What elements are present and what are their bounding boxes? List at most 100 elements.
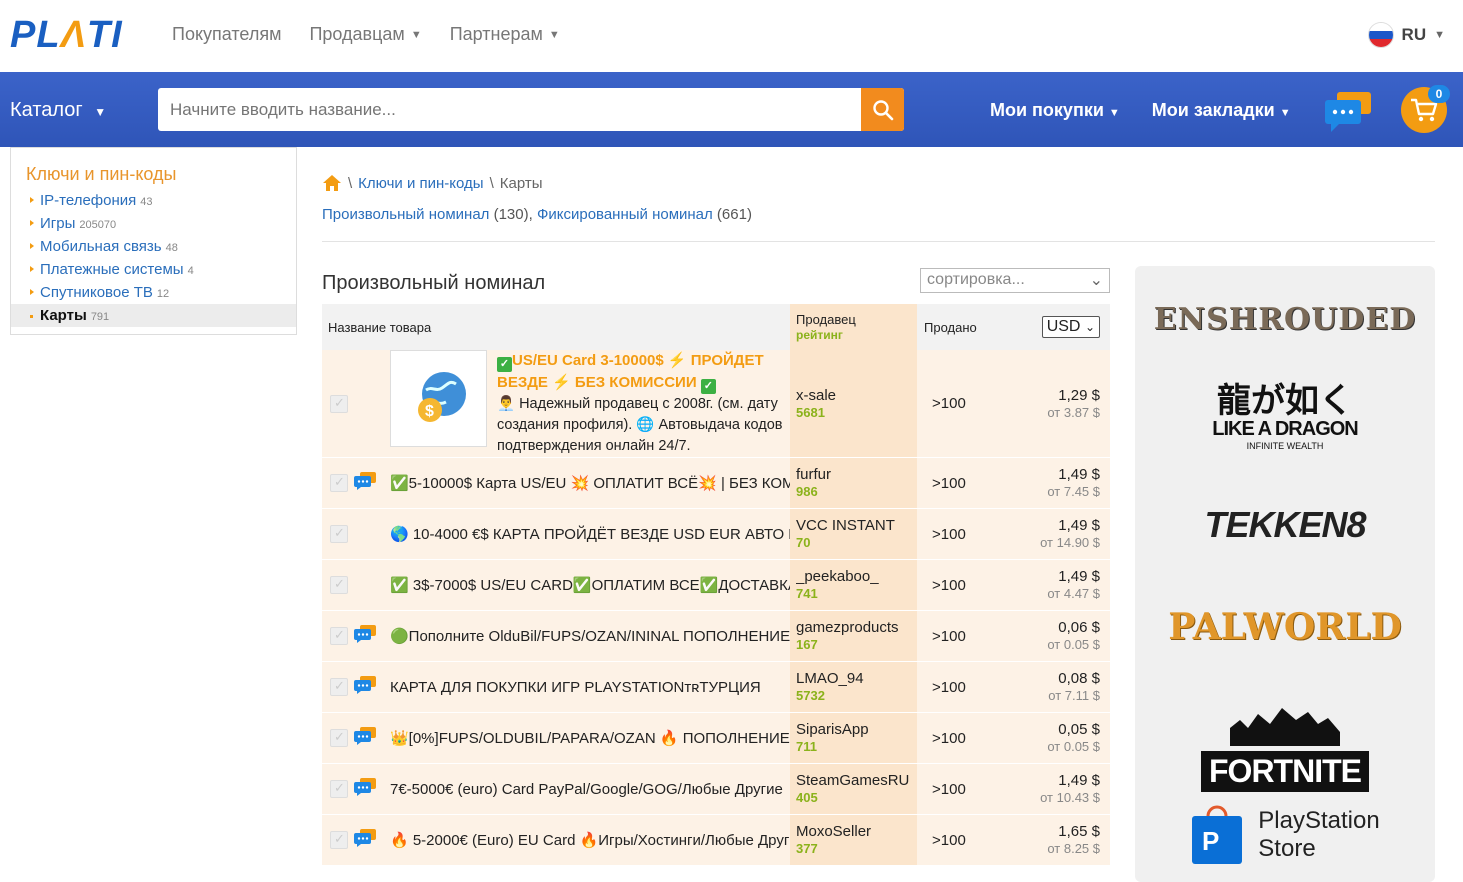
- table-row[interactable]: 👑[0%]FUPS/OLDUBIL/PAPARA/OZAN 🔥 ПОПОЛНЕН…: [322, 712, 1110, 764]
- catalog-button[interactable]: Каталог ▼: [10, 99, 106, 122]
- seller-cell[interactable]: SteamGamesRU 405: [790, 763, 917, 815]
- product-title[interactable]: ✅5-10000$ Карта US/EU 💥 ОПЛАТИТ ВСЁ💥 | Б…: [390, 474, 790, 492]
- compare-checkbox[interactable]: [330, 729, 348, 747]
- top-nav: Покупателям Продавцам ▼ Партнерам ▼: [172, 24, 560, 45]
- name-cell: ✅ 3$-7000$ US/EU CARD✅ОПЛАТИМ ВСЕ✅ДОСТАВ…: [322, 559, 790, 611]
- section-title: Произвольный номинал: [322, 272, 546, 294]
- nav-buyers[interactable]: Покупателям: [172, 24, 281, 45]
- sidebar-item-games[interactable]: Игры 205070: [11, 212, 296, 235]
- sidebar-item-mobile[interactable]: Мобильная связь 48: [11, 235, 296, 258]
- subcategory-links: Произвольный номинал (130), Фиксированны…: [322, 206, 752, 223]
- sold-cell: >100: [917, 661, 997, 713]
- search-input[interactable]: [158, 88, 861, 131]
- search-button[interactable]: [861, 88, 904, 131]
- table-row[interactable]: ✅ 3$-7000$ US/EU CARD✅ОПЛАТИМ ВСЕ✅ДОСТАВ…: [322, 559, 1110, 611]
- compare-checkbox[interactable]: [330, 474, 348, 492]
- seller-cell[interactable]: furfur 986: [790, 457, 917, 509]
- product-thumbnail[interactable]: $: [390, 350, 487, 447]
- product-table: Название товара Продавец рейтинг Продано …: [322, 304, 1110, 866]
- compare-checkbox[interactable]: [330, 576, 348, 594]
- ad-fortnite[interactable]: FORTNITE: [1135, 706, 1435, 792]
- sidebar-item-cards[interactable]: Карты 791: [11, 304, 296, 327]
- table-row[interactable]: 7€-5000€ (euro) Card PayPal/Google/GOG/Л…: [322, 763, 1110, 815]
- message-seller-icon[interactable]: [354, 676, 376, 698]
- seller-cell[interactable]: LMAO_94 5732: [790, 661, 917, 713]
- chevron-down-icon: ⌄: [1084, 320, 1095, 334]
- compare-checkbox[interactable]: [330, 831, 348, 849]
- product-title[interactable]: 7€-5000€ (euro) Card PayPal/Google/GOG/Л…: [390, 781, 783, 798]
- chevron-down-icon: ▼: [1434, 29, 1445, 41]
- ad-tekken8[interactable]: TEKKEN8: [1135, 504, 1435, 546]
- subcat-arbitrary[interactable]: Произвольный номинал: [322, 206, 489, 223]
- sort-select[interactable]: сортировка... ⌄: [920, 268, 1110, 293]
- seller-cell[interactable]: SiparisApp 711: [790, 712, 917, 764]
- compare-checkbox[interactable]: [330, 394, 348, 413]
- col-name-header[interactable]: Название товара: [322, 304, 790, 350]
- name-cell: КАРТА ДЛЯ ПОКУПКИ ИГР PLAYSTATIONᴛʀТУРЦИ…: [322, 661, 790, 713]
- ad-like-a-dragon[interactable]: 龍が如く LIKE A DRAGON INFINITE WEALTH: [1135, 384, 1435, 451]
- message-seller-icon[interactable]: [354, 625, 376, 647]
- message-seller-icon[interactable]: [354, 472, 376, 494]
- name-cell: 🌎 10-4000 €$ КАРТА ПРОЙДЁТ ВЕЗДЕ USD EUR…: [322, 508, 790, 560]
- price-cell: 1,49 $ от 7.45 $: [997, 457, 1110, 509]
- breadcrumb-keys[interactable]: Ключи и пин-коды: [358, 175, 483, 192]
- language-selector[interactable]: RU ▼: [1367, 22, 1445, 48]
- compare-checkbox[interactable]: [330, 678, 348, 696]
- product-title[interactable]: ✓ US/EU Card 3-10000$ ⚡ ПРОЙДЕТ ВЕЗДЕ ⚡ БЕ…: [497, 350, 787, 394]
- my-bookmarks-menu[interactable]: Мои закладки ▼: [1152, 100, 1291, 121]
- ad-enshrouded[interactable]: ENSHROUDED: [1135, 302, 1435, 337]
- sidebar-item-ip-telephony[interactable]: IP-телефония 43: [11, 189, 296, 212]
- message-seller-icon[interactable]: [354, 829, 376, 851]
- ad-palworld[interactable]: PALWORLD: [1135, 606, 1435, 648]
- svg-text:P: P: [1202, 826, 1219, 856]
- currency-select[interactable]: USD ⌄: [1041, 316, 1100, 338]
- col-sold-header[interactable]: Продано: [917, 304, 997, 350]
- message-seller-icon[interactable]: [354, 727, 376, 749]
- sold-cell: >100: [917, 610, 997, 662]
- sidebar-title[interactable]: Ключи и пин-коды: [11, 148, 296, 189]
- seller-cell[interactable]: x-sale 5681: [790, 350, 917, 458]
- playstation-bag-icon: P: [1192, 805, 1243, 864]
- table-row-featured[interactable]: $ ✓US/EU Card 3-10000$ ⚡ ПРОЙДЕТВЕЗДЕ ⚡ …: [322, 350, 1110, 458]
- sold-cell: >100: [917, 559, 997, 611]
- seller-cell[interactable]: _peekaboo_ 741: [790, 559, 917, 611]
- product-title[interactable]: 👑[0%]FUPS/OLDUBIL/PAPARA/OZAN 🔥 ПОПОЛНЕН…: [390, 729, 790, 747]
- chevron-down-icon: ▼: [1279, 107, 1291, 119]
- compare-checkbox[interactable]: [330, 780, 348, 798]
- games-ad-banner[interactable]: ENSHROUDED 龍が如く LIKE A DRAGON INFINITE W…: [1135, 266, 1435, 882]
- my-purchases-menu[interactable]: Мои покупки ▼: [990, 100, 1120, 121]
- home-icon[interactable]: [322, 174, 342, 192]
- nav-partners[interactable]: Партнерам ▼: [450, 24, 560, 45]
- search-box: [158, 88, 904, 131]
- table-row[interactable]: 🟢Пополните OlduBil/FUPS/OZAN/ININAL ПОПО…: [322, 610, 1110, 662]
- col-seller-header[interactable]: Продавец рейтинг: [790, 304, 917, 350]
- product-title[interactable]: 🔥 5-2000€ (Euro) EU Card 🔥Игры/Хостинги/…: [390, 831, 790, 849]
- compare-checkbox[interactable]: [330, 627, 348, 645]
- breadcrumb-cards: Карты: [499, 174, 543, 192]
- chat-button[interactable]: [1325, 90, 1373, 139]
- product-title[interactable]: 🌎 10-4000 €$ КАРТА ПРОЙДЁТ ВЕЗДЕ USD EUR…: [390, 525, 790, 543]
- seller-cell[interactable]: gamezproducts 167: [790, 610, 917, 662]
- price-cell: 0,08 $ от 7.11 $: [997, 661, 1110, 713]
- sidebar-item-payment-systems[interactable]: Платежные системы 4: [11, 258, 296, 281]
- table-row[interactable]: 🔥 5-2000€ (Euro) EU Card 🔥Игры/Хостинги/…: [322, 814, 1110, 866]
- product-title[interactable]: КАРТА ДЛЯ ПОКУПКИ ИГР PLAYSTATIONᴛʀТУРЦИ…: [390, 679, 761, 696]
- chevron-down-icon: ▼: [548, 29, 560, 41]
- sold-cell: >100: [917, 712, 997, 764]
- sold-cell: >100: [917, 814, 997, 866]
- sidebar-item-satellite-tv[interactable]: Спутниковое ТВ 12: [11, 281, 296, 304]
- plati-logo[interactable]: PLΛTI: [10, 14, 123, 57]
- seller-cell[interactable]: MoxoSeller 377: [790, 814, 917, 866]
- product-title[interactable]: ✅ 3$-7000$ US/EU CARD✅ОПЛАТИМ ВСЕ✅ДОСТАВ…: [390, 576, 790, 594]
- subcat-fixed[interactable]: Фиксированный номинал: [537, 206, 713, 223]
- compare-checkbox[interactable]: [330, 525, 348, 543]
- table-row[interactable]: 🌎 10-4000 €$ КАРТА ПРОЙДЁТ ВЕЗДЕ USD EUR…: [322, 508, 1110, 560]
- nav-sellers[interactable]: Продавцам ▼: [309, 24, 421, 45]
- table-row[interactable]: КАРТА ДЛЯ ПОКУПКИ ИГР PLAYSTATIONᴛʀТУРЦИ…: [322, 661, 1110, 713]
- ad-playstation-store[interactable]: P PlayStation Store: [1135, 804, 1435, 866]
- product-description: 👨‍💼 Надежный продавец с 2008г. (см. дату…: [497, 396, 783, 454]
- message-seller-icon[interactable]: [354, 778, 376, 800]
- product-title[interactable]: 🟢Пополните OlduBil/FUPS/OZAN/ININAL ПОПО…: [390, 627, 790, 645]
- table-row[interactable]: ✅5-10000$ Карта US/EU 💥 ОПЛАТИТ ВСЁ💥 | Б…: [322, 457, 1110, 509]
- seller-cell[interactable]: VCC INSTANT 70: [790, 508, 917, 560]
